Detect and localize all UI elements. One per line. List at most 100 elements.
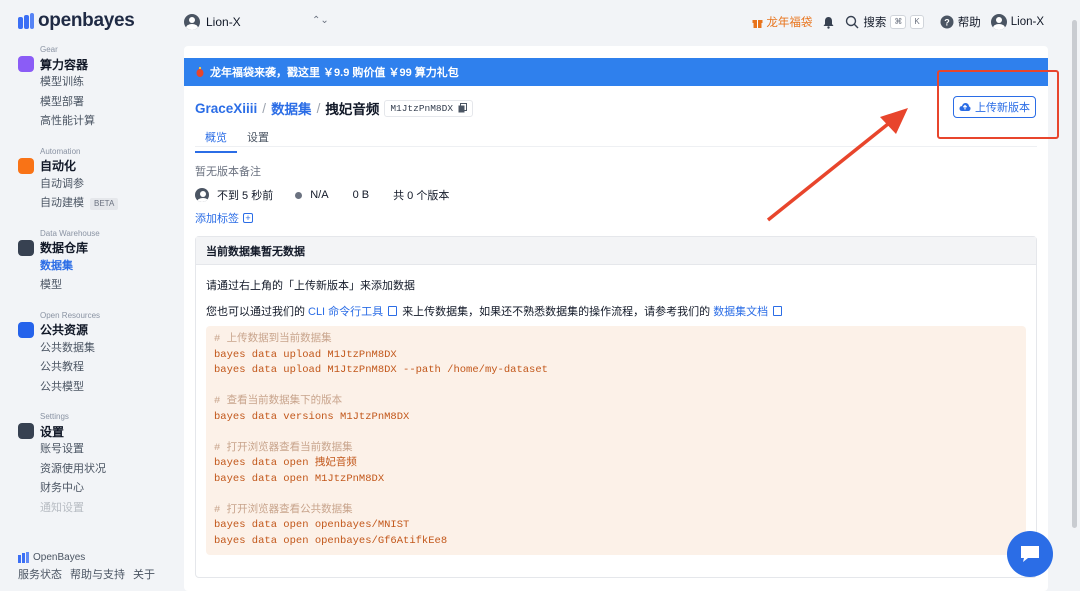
search-trigger[interactable]: 搜索 ⌘ K [845,14,924,30]
code-comment-line: # 查看当前数据集下的版本 [214,395,343,407]
nav-group-header[interactable]: 设置 [18,422,168,440]
code-command-line [214,379,1026,395]
sidebar-item-label: 数据集 [40,259,73,272]
promo-label: 龙年福袋 [766,17,813,29]
nav-group-caption: Settings [40,412,69,421]
annotation-highlight-box [937,70,1059,139]
breadcrumb-owner[interactable]: GraceXiiii [195,101,257,116]
updown-chevron-icon[interactable]: ⌃⌄ [312,15,329,26]
sidebar-item[interactable]: 公共模型 [18,378,168,398]
code-comment-line: # 打开浏览器查看当前数据集 [214,441,353,454]
nav-group: Gear 算力容器 模型训练 模型部署 高性能计算 [18,44,168,132]
sidebar-item-label: 通知设置 [40,501,84,514]
org-switcher[interactable]: Lion-X [184,14,241,30]
copy-icon[interactable] [458,103,468,113]
sidebar-item-label: 自动建模 [40,197,84,209]
add-tag-button[interactable]: 添加标签 + [195,210,253,226]
meta-status: N/A [310,189,329,201]
cli-code-block: # 上传数据到当前数据集 bayes data upload M1JtzPnM8D… [206,326,1026,555]
sidebar-item[interactable]: 自动建模 BETA [18,194,168,214]
sidebar-item-label: 模型 [40,279,62,291]
page-scrollbar[interactable] [1072,20,1077,528]
code-command-line: bayes data upload M1JtzPnM8DX --path /ho… [214,364,548,376]
footer-link-status[interactable]: 服务状态 [18,566,62,582]
code-command-line: bayes data open M1JtzPnM8DX [214,472,385,485]
sidebar-item[interactable]: 模型训练 [18,73,168,93]
banner-text: 龙年福袋来袭，戳这里 ￥9.9 购价值 ￥99 算力礼包 [210,67,459,79]
chat-support-button[interactable] [1007,531,1053,577]
sidebar-item[interactable]: 自动调参 [18,175,168,195]
sidebar-item[interactable]: 公共数据集 [18,339,168,359]
code-command-line: bayes data open openbayes/MNIST [214,519,410,531]
nav-group-icon [18,239,34,256]
nav-group: Settings 设置账号设置资源使用状况 财务中心通知设置 [18,411,168,518]
help-link[interactable]: ? 帮助 [940,14,981,30]
user-name: Lion-X [1010,16,1044,28]
sidebar-item[interactable]: 模型 [18,276,168,296]
sidebar-item[interactable]: 资源使用状况 [18,460,168,480]
sidebar-item[interactable]: 通知设置 [18,499,168,519]
sidebar-item[interactable]: 账号设置 [18,440,168,460]
svg-text:?: ? [944,18,950,28]
version-meta: 不到 5 秒前 N/A 0 B 共 0 个版本 [195,187,449,203]
topbar-actions: 龙年福袋 搜索 ⌘ K ? 帮助 Lion-X [752,14,1044,30]
promo-banner[interactable]: 龙年福袋来袭，戳这里 ￥9.9 购价值 ￥99 算力礼包 [184,58,1048,86]
breadcrumb-separator: / [262,100,267,116]
add-tag-label: 添加标签 [195,213,239,225]
bell-icon[interactable] [822,16,835,29]
breadcrumb: GraceXiiii / 数据集 / 拽妃音频 M1JtzPnM8DX [195,98,474,118]
nav-group-header[interactable]: 自动化 [18,157,168,175]
user-avatar-icon [990,14,1007,30]
org-name: Lion-X [206,15,241,29]
panel-title: 当前数据集暂无数据 [196,237,1036,265]
sidebar-item[interactable]: 高性能计算 [18,112,168,132]
nav-group-title: 设置 [40,424,65,439]
brand-name: openbayes [38,10,135,31]
cli-tool-link[interactable]: CLI 命令行工具 [308,303,383,319]
sidebar-item[interactable]: 财务中心 [18,479,168,499]
dataset-docs-link[interactable]: 数据集文档 [713,303,768,319]
sidebar-item-label: 公共模型 [40,380,84,393]
user-menu[interactable]: Lion-X [990,14,1044,30]
code-command-line: bayes data open openbayes/Gf6AtifkEe8 [214,534,448,547]
dataset-id-chip[interactable]: M1JtzPnM8DX [384,99,474,117]
footer-link-support[interactable]: 帮助与支持 [70,566,125,582]
panel-help-text: 您也可以通过我们的 CLI 命令行工具 来上传数据集，如果还不熟悉数据集的操作流… [206,303,784,319]
sidebar-item-label: 模型部署 [40,95,84,108]
external-doc-icon [388,306,398,316]
nav-group-header[interactable]: 公共资源 [18,321,168,339]
nav-group-title: 数据仓库 [40,241,89,255]
code-command-line: bayes data open 拽妃音频 [214,457,357,469]
logo-icon [18,13,34,29]
breadcrumb-section[interactable]: 数据集 [271,98,312,118]
nav-group-icon [18,423,34,439]
nav-group-header[interactable]: 算力容器 [18,55,168,73]
nav-group-header[interactable]: 数据仓库 [18,239,168,257]
beta-badge: BETA [90,197,119,210]
nav-group-icon [18,321,34,338]
sidebar-item[interactable]: 模型部署 [18,93,168,113]
brand-logo[interactable]: openbayes [18,10,135,32]
nav-group: Open Resources 公共资源 公共数据集 公共教程 公共模型 [18,310,168,398]
topbar: Lion-X ⌃⌄ 龙年福袋 搜索 ⌘ K ? 帮助 Lion-X [172,0,1080,44]
sidebar: openbayes Gear 算力容器 模型训练 模型部署 高性能计算 Automatio… [0,0,172,591]
promo-link[interactable]: 龙年福袋 [752,14,812,30]
sidebar-nav: Gear 算力容器 模型训练 模型部署 高性能计算 Automation 自动化 自动调参 自动… [18,44,168,532]
sidebar-item-label: 资源使用状况 [40,462,106,475]
dataset-tabs: 概览 设置 [195,126,279,153]
footer-brand-label: OpenBayes [33,551,86,563]
tab-overview[interactable]: 概览 [195,126,237,153]
footer-link-about[interactable]: 关于 [133,566,155,582]
lantern-icon [196,66,204,77]
sidebar-item[interactable]: 数据集 [18,257,168,277]
sidebar-item[interactable]: 公共教程 [18,358,168,378]
plus-square-icon: + [243,213,253,223]
nav-group-caption: Automation [40,146,81,156]
sidebar-item-label: 账号设置 [40,443,84,455]
status-dot-icon [295,191,303,199]
breadcrumb-separator: / [316,100,321,116]
sidebar-item-label: 财务中心 [40,482,84,494]
tab-settings[interactable]: 设置 [237,126,279,153]
gift-icon [752,19,763,28]
openbayes-small-icon [18,551,29,563]
